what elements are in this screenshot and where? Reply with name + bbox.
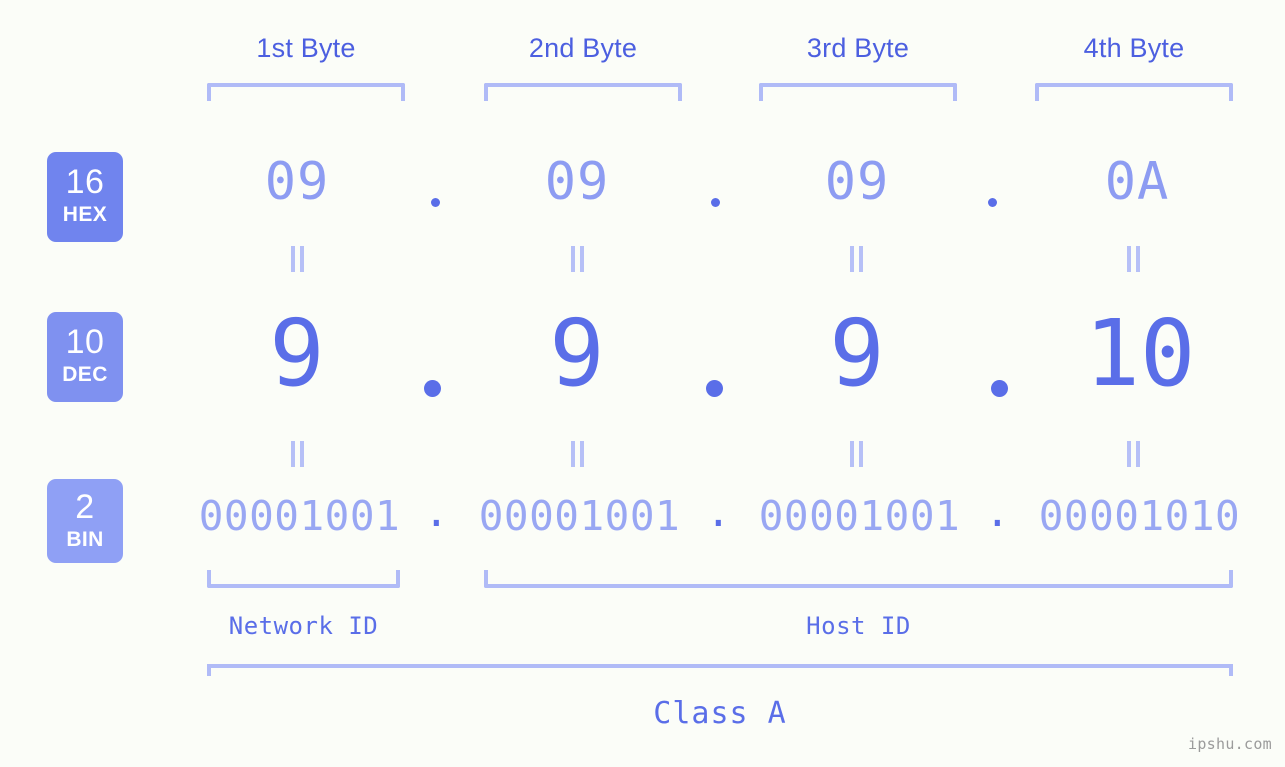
hex-separator-3 [988, 198, 997, 207]
hex-separator-2 [711, 198, 720, 207]
equals-mark-dec-bin-4 [1125, 441, 1143, 467]
host-id-label: Host ID [806, 612, 911, 640]
base-badge-dec: 10 DEC [47, 312, 123, 402]
base-badge-hex-abbr: HEX [62, 203, 108, 226]
equals-mark-dec-bin-1 [289, 441, 307, 467]
equals-mark-hex-dec-4 [1125, 246, 1143, 272]
dec-value-2: 9 [549, 300, 605, 407]
bin-separator-1: . [424, 488, 449, 536]
bin-value-1: 00001001 [198, 492, 401, 540]
dec-value-3: 9 [829, 300, 885, 407]
hex-value-1: 09 [264, 152, 330, 212]
equals-mark-dec-bin-3 [848, 441, 866, 467]
byte-bracket-top-2 [484, 83, 682, 101]
byte-header-3: 3rd Byte [806, 33, 910, 63]
base-badge-bin: 2 BIN [47, 479, 123, 563]
hex-value-3: 09 [824, 152, 890, 212]
class-label: Class A [653, 696, 787, 731]
site-watermark: ipshu.com [1188, 735, 1272, 753]
dec-separator-1 [424, 380, 441, 397]
dec-value-1: 9 [269, 300, 325, 407]
base-badge-hex: 16 HEX [47, 152, 123, 242]
class-bracket [207, 664, 1233, 676]
dec-separator-3 [991, 380, 1008, 397]
hex-separator-1 [431, 198, 440, 207]
network-id-bracket [207, 570, 400, 588]
bin-value-2: 00001001 [478, 492, 681, 540]
base-badge-hex-number: 16 [65, 163, 105, 201]
bin-value-3: 00001001 [758, 492, 961, 540]
byte-bracket-top-3 [759, 83, 957, 101]
ip-byte-breakdown-diagram: 1st Byte 2nd Byte 3rd Byte 4th Byte 16 H… [0, 0, 1285, 767]
base-badge-dec-abbr: DEC [62, 363, 108, 386]
bin-separator-3: . [985, 488, 1010, 536]
byte-header-4: 4th Byte [1083, 33, 1185, 63]
bin-value-4: 00001010 [1038, 492, 1241, 540]
equals-mark-dec-bin-2 [569, 441, 587, 467]
hex-value-2: 09 [544, 152, 610, 212]
equals-mark-hex-dec-3 [848, 246, 866, 272]
network-id-label: Network ID [228, 612, 379, 640]
base-badge-bin-number: 2 [75, 488, 95, 526]
byte-bracket-top-1 [207, 83, 405, 101]
hex-value-4: 0A [1104, 152, 1170, 212]
byte-header-1: 1st Byte [256, 33, 356, 63]
bin-separator-2: . [706, 488, 731, 536]
dec-separator-2 [706, 380, 723, 397]
equals-mark-hex-dec-1 [289, 246, 307, 272]
host-id-bracket [484, 570, 1233, 588]
base-badge-dec-number: 10 [65, 323, 105, 361]
byte-header-2: 2nd Byte [528, 33, 638, 63]
dec-value-4: 10 [1084, 300, 1196, 407]
base-badge-bin-abbr: BIN [66, 528, 104, 551]
equals-mark-hex-dec-2 [569, 246, 587, 272]
byte-bracket-top-4 [1035, 83, 1233, 101]
